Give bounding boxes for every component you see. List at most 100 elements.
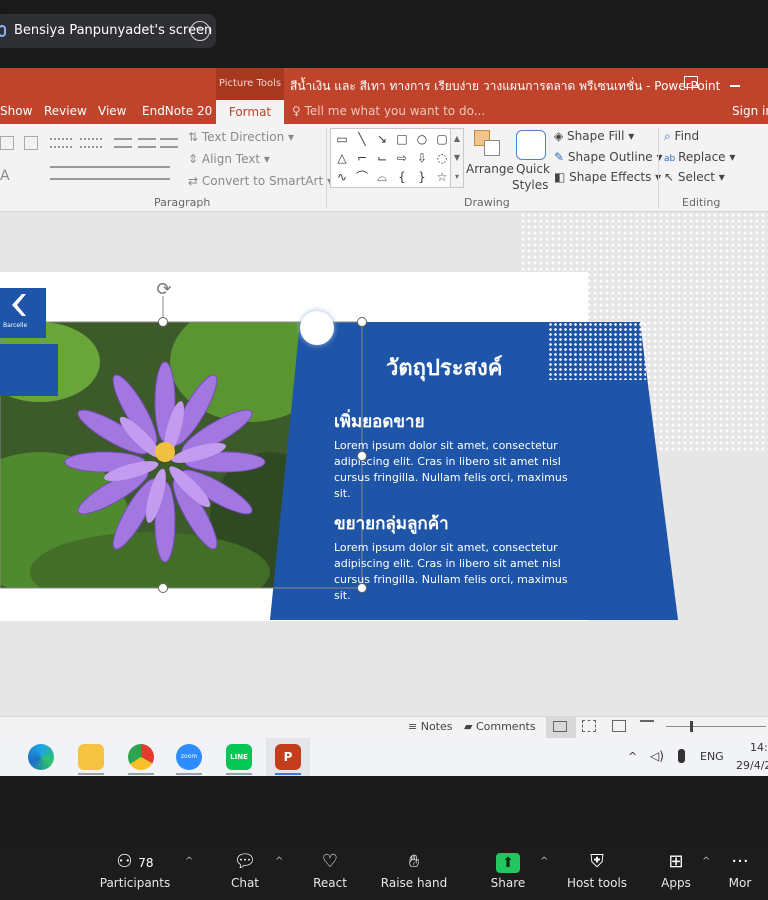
participants-button[interactable]: ⚇ 78 Participants [90, 848, 180, 890]
shape-triangle-icon[interactable]: △ [333, 149, 351, 167]
shape-arrow-line-icon[interactable]: ↘ [373, 130, 391, 148]
host-tools-button[interactable]: ⛨ Host tools [552, 848, 642, 890]
section-body-2[interactable]: Lorem ipsum dolor sit amet, consectetur … [334, 540, 574, 604]
powerpoint-icon[interactable]: P [275, 744, 301, 770]
decrease-indent-icon[interactable] [114, 138, 132, 148]
slide-sorter-icon[interactable] [582, 720, 596, 732]
clear-format-icon[interactable] [24, 136, 38, 150]
tab-format[interactable]: Format [216, 100, 284, 124]
shape-curve-icon[interactable]: ∿ [333, 168, 351, 186]
font-color-icon[interactable] [0, 136, 14, 150]
participants-caret-icon[interactable]: ^ [185, 856, 193, 867]
bullets-icon[interactable] [50, 138, 72, 148]
convert-smartart-button[interactable]: ⇄ Convert to SmartArt ▾ [188, 174, 333, 188]
resize-handle-right[interactable] [357, 451, 367, 461]
arrange-button[interactable]: Arrange [466, 162, 514, 176]
brand-name: Barcelle [3, 322, 28, 329]
edge-browser-icon[interactable] [28, 744, 54, 770]
shape-connector-icon[interactable]: ⌐ [353, 149, 371, 167]
numbering-icon[interactable] [80, 138, 102, 148]
more-options-icon[interactable]: ··· [190, 21, 210, 41]
rotate-handle-icon[interactable]: ⟳ [153, 279, 175, 301]
shape-rounded-rect-icon[interactable]: ▢ [433, 130, 451, 148]
reading-view-icon[interactable] [612, 720, 626, 732]
quick-styles-icon[interactable] [516, 130, 546, 160]
microphone-icon[interactable] [678, 749, 685, 763]
sign-in-link[interactable]: Sign in [732, 104, 768, 118]
section-body-1[interactable]: Lorem ipsum dolor sit amet, consectetur … [334, 438, 574, 502]
screen-share-indicator[interactable]: Bensiya Panpunyadet's screen ··· [0, 14, 216, 48]
tab-view[interactable]: View [98, 104, 126, 118]
file-explorer-icon[interactable] [78, 744, 104, 770]
tell-me-search[interactable]: ♀ Tell me what you want to do... [292, 104, 485, 118]
gallery-scroll[interactable]: ▲ ▼ ▾ [450, 128, 464, 188]
resize-handle-top[interactable] [158, 317, 168, 327]
find-button[interactable]: ⌕ Find [664, 129, 699, 144]
shape-brace-left-icon[interactable]: { [393, 168, 411, 186]
raise-hand-button[interactable]: ✋︎ Raise hand [369, 848, 459, 890]
shape-brace-right-icon[interactable]: } [413, 168, 431, 186]
shape-line-icon[interactable]: ╲ [353, 130, 371, 148]
language-indicator[interactable]: ENG [700, 750, 724, 763]
shape-oval-icon[interactable]: ○ [413, 130, 431, 148]
react-button[interactable]: ♡ React [285, 848, 375, 890]
slide-title[interactable]: วัตถุประสงค์ [386, 350, 502, 385]
comments-button[interactable]: ▰ Comments [464, 720, 536, 733]
shapes-gallery[interactable]: ▭ ╲ ↘ □ ○ ▢ △ ⌐ ⌙ ⇨ ⇩ ◌ ∿ ⌒ ⌓ { } ☆ [330, 128, 464, 188]
shape-fill-button[interactable]: ◈ Shape Fill ▾ [554, 129, 634, 143]
shape-star-icon[interactable]: ☆ [433, 168, 451, 186]
resize-handle-bottom[interactable] [158, 583, 168, 593]
line-spacing-icon[interactable] [160, 138, 178, 148]
share-caret-icon[interactable]: ^ [540, 856, 548, 867]
more-button[interactable]: ··· Mor [712, 848, 768, 890]
section-heading-2[interactable]: ขยายกลุ่มลูกค้า [334, 510, 449, 537]
text-direction-button[interactable]: ⇅ Text Direction ▾ [188, 130, 294, 144]
line-app-icon[interactable]: LINE [226, 744, 252, 770]
brand-logo[interactable]: Barcelle [0, 288, 46, 338]
zoom-slider[interactable] [666, 726, 766, 727]
apps-caret-icon[interactable]: ^ [702, 856, 710, 867]
shape-effects-button[interactable]: ◧ Shape Effects ▾ [554, 170, 661, 184]
tab-review[interactable]: Review [44, 104, 87, 118]
shape-down-arrow-icon[interactable]: ⇩ [413, 149, 431, 167]
slideshow-icon[interactable] [640, 720, 654, 732]
chrome-icon[interactable] [128, 744, 154, 770]
volume-icon[interactable]: ◁) [650, 749, 664, 763]
section-heading-1[interactable]: เพิ่มยอดขาย [334, 408, 425, 435]
shape-right-arrow-icon[interactable]: ⇨ [393, 149, 411, 167]
chat-caret-icon[interactable]: ^ [275, 856, 283, 867]
cursor-icon: ↖ [664, 170, 678, 184]
increase-indent-icon[interactable] [138, 138, 156, 148]
align-text-button[interactable]: ⇕ Align Text ▾ [188, 152, 270, 166]
select-button[interactable]: ↖ Select ▾ [664, 170, 725, 184]
tab-endnote[interactable]: EndNote 20 [142, 104, 212, 118]
quick-styles-label-1[interactable]: Quick [516, 162, 550, 176]
zoom-app-icon[interactable]: zoom [176, 744, 202, 770]
chevron-up-icon[interactable]: ^ [628, 750, 637, 763]
shape-freeform-icon[interactable]: ⌒ [353, 168, 371, 186]
zoom-slider-thumb[interactable] [690, 721, 693, 732]
shape-elbow-icon[interactable]: ⌙ [373, 149, 391, 167]
chat-button[interactable]: 💬︎ Chat [200, 848, 290, 890]
notes-button[interactable]: ≡ Notes [408, 720, 453, 733]
minimize-icon[interactable] [730, 85, 740, 87]
shape-arc-icon[interactable]: ⌓ [373, 168, 391, 186]
share-button[interactable]: ⬆ Share [463, 848, 553, 890]
shape-callout-icon[interactable]: ◌ [433, 149, 451, 167]
shape-outline-button[interactable]: ✎ Shape Outline ▾ [554, 150, 663, 164]
restore-window-icon[interactable] [684, 76, 698, 88]
shape-rectangle-icon[interactable]: □ [393, 130, 411, 148]
text-color-icon[interactable]: A [0, 168, 16, 184]
alignment-buttons[interactable] [50, 166, 170, 180]
arrange-icon[interactable] [474, 130, 502, 158]
quick-styles-label-2[interactable]: Styles [512, 178, 548, 192]
resize-handle-top-right[interactable] [357, 317, 367, 327]
apps-button[interactable]: ⊞ Apps [631, 848, 721, 890]
clock-time[interactable]: 14:3 [750, 741, 768, 754]
resize-handle-bottom-right[interactable] [357, 583, 367, 593]
replace-icon: ab [664, 154, 679, 164]
shape-textbox-icon[interactable]: ▭ [333, 130, 351, 148]
replace-button[interactable]: ab Replace ▾ [664, 150, 735, 164]
clock-date[interactable]: 29/4/2 [736, 759, 768, 772]
tab-slide-show[interactable]: Show [0, 104, 32, 118]
